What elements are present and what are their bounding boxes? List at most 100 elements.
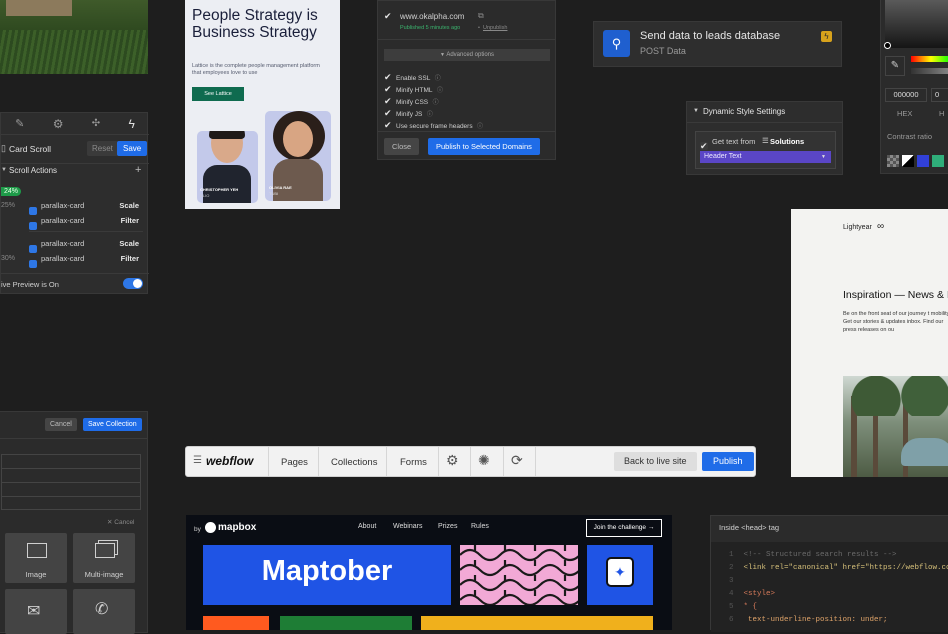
saturation-area[interactable] [885,0,948,48]
unpublish-link[interactable]: Unpublish [483,25,507,31]
lightyear-body: Be on the front seat of our journey t mo… [843,311,948,333]
publish-domains-button[interactable]: Publish to Selected Domains [428,138,540,155]
field-type-tile[interactable]: Multi-image [73,533,135,583]
reset-button[interactable]: Reset [87,141,118,156]
brush-icon[interactable]: ✎ [15,117,24,130]
cancel-button[interactable]: Cancel [45,418,77,431]
lightning-badge-icon: ϟ [821,31,832,42]
phone-icon: ✆ [95,601,109,618]
lightning-icon[interactable]: ϟ [128,117,134,131]
action-row[interactable]: parallax-card Scale [29,238,143,253]
eyedropper-icon[interactable]: ✎ [885,56,905,76]
menu-icon[interactable]: ☰ [193,455,202,466]
hue-slider[interactable] [911,56,948,62]
info-icon: ⓘ [432,100,439,106]
color-picker-panel: ✎ 000000 0 HEX H Contrast ratio [880,0,948,174]
field-list [1,454,141,510]
domain-check-icon[interactable]: ✔ [384,12,392,21]
maptober-banner: Maptober [203,545,451,605]
webflow-logo[interactable]: webflow [206,454,253,468]
info-icon: ⓘ [477,124,484,130]
code-line: 2 <link rel="canonical" href="https://web… [729,564,948,572]
collapse-icon[interactable]: ▼ [1,167,7,173]
calendar-tile: ✦ [587,545,653,605]
lightyear-logo: Lightyear [843,224,872,231]
field-type-tile[interactable]: Image [5,533,67,583]
publish-button[interactable]: Publish [702,452,754,471]
nav-prizes[interactable]: Prizes [438,523,457,530]
swatch-row[interactable] [887,155,944,167]
option-row[interactable]: ✔ Minify JS ⓘ [384,103,433,119]
contrast-label: Contrast ratio [887,132,933,141]
get-text-checkbox[interactable]: ✔ [700,142,708,151]
lightyear-page: Lightyear ∞ Inspiration — News & I Be on… [791,209,948,477]
nav-about[interactable]: About [358,523,376,530]
add-action-button[interactable]: + [135,164,141,176]
chevron-down-icon: ▼ [821,154,826,160]
field-type-tile[interactable]: ✆ [73,589,135,634]
source-collection: Solutions [770,137,805,146]
live-preview-label: ive Preview is On [1,280,59,289]
panel-title: Card Scroll [9,144,52,154]
collection-panel: Cancel Save Collection ✕ Cancel Image Mu… [0,411,148,634]
by-label: by [194,526,201,533]
hex-input[interactable]: 000000 [885,88,927,102]
leads-webhook-card[interactable]: ⚲ Send data to leads database POST Data … [593,21,842,67]
field-select[interactable]: Header Text ▼ [700,151,831,163]
save-button[interactable]: Save [117,141,148,156]
action-row[interactable]: parallax-card Scale [29,200,143,215]
gear-icon[interactable]: ⚙ [53,117,64,131]
option-row[interactable]: ✔ Enable SSL ⓘ [384,67,441,83]
hue-input[interactable]: 0 [931,88,948,102]
scroll-actions-panel: ✎ ⚙ ✣ ϟ ▯ Card Scroll Reset Save ▼ Scrol… [0,112,149,294]
mapbox-card: by mapbox About Webinars Prizes Rules Jo… [186,515,672,630]
lightyear-photo [843,376,948,477]
cancel-small-link[interactable]: ✕ Cancel [107,518,135,526]
interactions-icon[interactable]: ✣ [92,118,100,129]
color-handle[interactable] [884,42,891,49]
action-row[interactable]: parallax-card Filter [29,215,143,230]
close-button[interactable]: Close [384,138,420,155]
nav-forms[interactable]: Forms [400,457,427,468]
lightyear-heading: Inspiration — News & I [843,289,948,301]
option-row[interactable]: ✔ Minify CSS ⓘ [384,91,439,107]
leads-title: Send data to leads database [640,30,781,42]
email-icon: ✉ [27,603,41,620]
audit-icon[interactable]: ✺ [478,452,490,469]
dynamic-style-panel: ▼ Dynamic Style Settings ✔ Get text from… [686,101,843,175]
maze-pattern [460,545,578,605]
nav-rules[interactable]: Rules [471,523,489,530]
join-challenge-button[interactable]: Join the challenge → [586,519,662,537]
alpha-slider[interactable] [911,68,948,74]
save-collection-button[interactable]: Save Collection [83,418,142,431]
logic-icon[interactable]: ⟳ [511,452,523,469]
collection-icon: ☰ [762,136,769,145]
back-to-live-button[interactable]: Back to live site [614,452,697,471]
multi-image-icon [95,543,115,558]
maptober-title: Maptober [261,555,393,587]
see-lattice-button[interactable]: See Lattice [192,87,244,101]
domain-url: www.okalpha.com [400,12,465,21]
live-preview-toggle[interactable] [123,278,143,289]
settings-gear-icon[interactable]: ⚙ [446,452,459,469]
action-row[interactable]: parallax-card Filter [29,253,143,268]
person-card: CHRISTOPHER YEH CLIO [197,131,258,203]
code-line: 4 <style> [729,590,776,598]
person-card: OLIVIA RAE TUBI [265,111,331,201]
publish-panel: ✔ www.okalpha.com ⧉ Published 5 minutes … [377,0,556,160]
lattice-subtext: Lattice is the complete people managemen… [192,63,320,76]
collapse-icon[interactable]: ▼ [693,108,699,114]
advanced-options-toggle[interactable]: ▼ Advanced options [384,49,550,61]
nav-webinars[interactable]: Webinars [393,523,422,530]
hex-label: HEX [897,109,913,118]
code-line: 5 * { [729,603,758,611]
option-row[interactable]: ✔ Use secure frame headers ⓘ [384,115,483,131]
field-type-tile[interactable]: ✉ [5,589,67,634]
mapbox-logo-icon [205,522,216,533]
nav-pages[interactable]: Pages [281,457,308,468]
code-line: 6 text-underline-position: under; [729,616,888,624]
external-link-icon[interactable]: ⧉ [478,11,484,21]
option-row[interactable]: ✔ Minify HTML ⓘ [384,79,443,95]
code-editor[interactable]: 1 <!-- Structured search results --> 2 <li… [711,542,948,632]
nav-collections[interactable]: Collections [331,457,377,468]
